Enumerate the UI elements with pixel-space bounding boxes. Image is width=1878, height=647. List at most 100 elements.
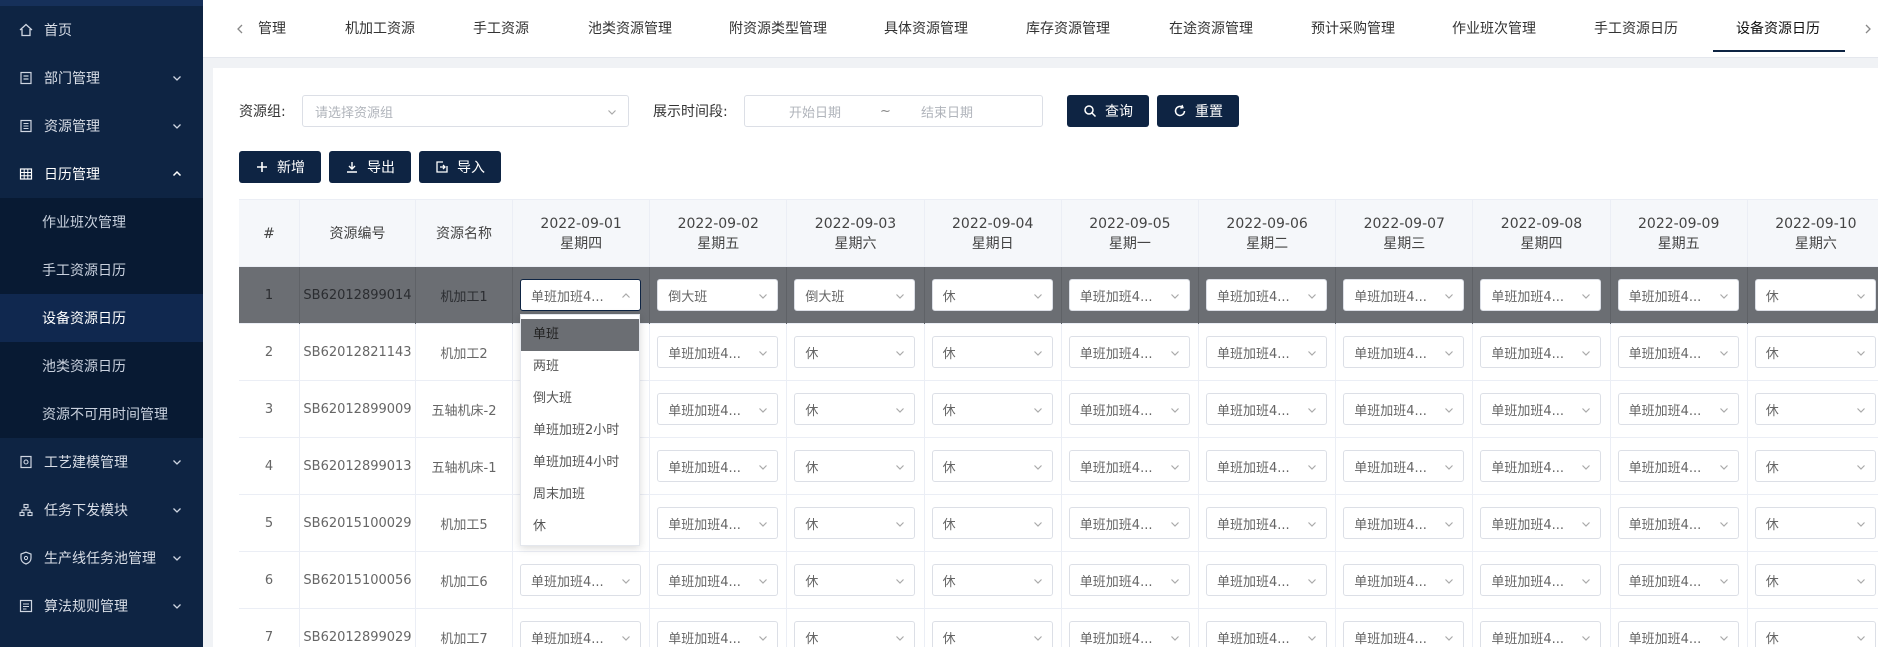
sidebar-item-task-pool[interactable]: 生产线任务池管理 xyxy=(0,534,203,582)
shift-select[interactable]: 单班加班4... xyxy=(657,450,779,482)
table-row[interactable]: 1 SB62012899014 机加工1 单班加班4... 倒大班 倒大班 休 单班加班4..… xyxy=(239,267,1878,324)
tab-attached-resource-type[interactable]: 附资源类型管理 xyxy=(729,0,827,58)
shift-select[interactable]: 单班加班4... xyxy=(1617,564,1739,596)
resource-group-select[interactable]: 请选择资源组 xyxy=(302,95,629,127)
shift-select[interactable]: 单班加班4... xyxy=(1343,507,1465,539)
shift-select[interactable]: 休 xyxy=(931,507,1053,539)
table-row[interactable]: 7 SB62012899029 机加工7 单班加班4... 单班加班4... 休 休 单班加班… xyxy=(239,609,1878,647)
sidebar-item-home[interactable]: 首页 xyxy=(0,6,203,54)
shift-select[interactable]: 单班加班4... xyxy=(520,279,641,311)
shift-select[interactable]: 单班加班4... xyxy=(1480,336,1602,368)
shift-select[interactable]: 单班加班4... xyxy=(1343,393,1465,425)
tab-specific-resource[interactable]: 具体资源管理 xyxy=(884,0,968,58)
shift-select[interactable]: 休 xyxy=(1754,393,1876,425)
sidebar-item-process[interactable]: 工艺建模管理 xyxy=(0,438,203,486)
shift-select[interactable]: 单班加班4... xyxy=(1480,507,1602,539)
shift-select[interactable]: 单班加班4... xyxy=(1480,393,1602,425)
shift-select[interactable]: 单班加班4... xyxy=(1480,564,1602,596)
dropdown-option-weekend-overtime[interactable]: 周末加班 xyxy=(521,479,639,511)
shift-select[interactable]: 单班加班4... xyxy=(520,621,641,647)
search-button[interactable]: 查询 xyxy=(1067,95,1149,127)
export-button[interactable]: 导出 xyxy=(329,151,411,183)
dropdown-option-overtime-2h[interactable]: 单班加班2小时 xyxy=(521,415,639,447)
shift-select[interactable]: 单班加班4... xyxy=(1343,564,1465,596)
shift-select[interactable]: 单班加班4... xyxy=(657,336,779,368)
shift-select[interactable]: 休 xyxy=(931,279,1053,311)
shift-select[interactable]: 单班加班4... xyxy=(1206,507,1327,539)
shift-select[interactable]: 单班加班4... xyxy=(1068,507,1190,539)
table-row[interactable]: 5 SB62015100029 机加工5 单班加班4... 休 休 单班加班4... 单班加班… xyxy=(239,495,1878,552)
shift-select[interactable]: 单班加班4... xyxy=(1206,621,1327,647)
shift-select[interactable]: 单班加班4... xyxy=(1068,564,1190,596)
tab-manual-calendar[interactable]: 手工资源日历 xyxy=(1594,0,1678,58)
shift-select[interactable]: 单班加班4... xyxy=(1617,450,1739,482)
submenu-item-manual-calendar[interactable]: 手工资源日历 xyxy=(0,246,203,294)
dropdown-option-two-shifts[interactable]: 两班 xyxy=(521,351,639,383)
shift-select[interactable]: 单班加班4... xyxy=(1343,450,1465,482)
tab-manual-resource[interactable]: 手工资源 xyxy=(473,0,529,58)
shift-select[interactable]: 单班加班4... xyxy=(1206,393,1327,425)
shift-select[interactable]: 休 xyxy=(1754,621,1876,647)
submenu-item-unavailable-time[interactable]: 资源不可用时间管理 xyxy=(0,390,203,438)
shift-select[interactable]: 单班加班4... xyxy=(1206,279,1327,311)
table-row[interactable]: 3 SB62012899009 五轴机床-2 单班加班4... 休 休 单班加班4... 单班… xyxy=(239,381,1878,438)
sidebar-item-algorithm-rules[interactable]: 算法规则管理 xyxy=(0,582,203,630)
table-row[interactable]: 6 SB62015100056 机加工6 单班加班4... 单班加班4... 休 休 单班加班… xyxy=(239,552,1878,609)
dropdown-option-single-shift[interactable]: 单班 xyxy=(521,319,639,351)
shift-select[interactable]: 休 xyxy=(794,507,916,539)
tab-scroll-right-icon[interactable] xyxy=(1861,22,1875,36)
shift-select[interactable]: 休 xyxy=(931,393,1053,425)
shift-select[interactable]: 休 xyxy=(1754,279,1876,311)
shift-select[interactable]: 单班加班4... xyxy=(657,621,779,647)
shift-select[interactable]: 休 xyxy=(794,621,916,647)
shift-select[interactable]: 休 xyxy=(1754,450,1876,482)
shift-select[interactable]: 休 xyxy=(1754,336,1876,368)
table-row[interactable]: 4 SB62012899013 五轴机床-1 单班加班4... 休 休 单班加班4... 单班… xyxy=(239,438,1878,495)
shift-select[interactable]: 休 xyxy=(794,564,916,596)
table-row[interactable]: 2 SB62012821143 机加工2 单班加班4... 休 休 单班加班4... 单班加班… xyxy=(239,324,1878,381)
shift-select[interactable]: 休 xyxy=(931,564,1053,596)
sidebar-item-department[interactable]: 部门管理 xyxy=(0,54,203,102)
dropdown-option-overtime-4h[interactable]: 单班加班4小时 xyxy=(521,447,639,479)
shift-select[interactable]: 单班加班4... xyxy=(1480,279,1602,311)
start-date-input[interactable]: 开始日期 xyxy=(789,102,841,121)
shift-select[interactable]: 单班加班4... xyxy=(1068,336,1190,368)
tab-shift-management[interactable]: 作业班次管理 xyxy=(1452,0,1536,58)
sidebar-item-resource[interactable]: 资源管理 xyxy=(0,102,203,150)
shift-select[interactable]: 休 xyxy=(931,336,1053,368)
tab-planned-purchase[interactable]: 预计采购管理 xyxy=(1311,0,1395,58)
shift-select[interactable]: 单班加班4... xyxy=(1480,450,1602,482)
shift-select[interactable]: 单班加班4... xyxy=(1206,450,1327,482)
shift-select[interactable]: 单班加班4... xyxy=(1617,507,1739,539)
tab-scroll-left-icon[interactable] xyxy=(233,22,247,36)
shift-select[interactable]: 单班加班4... xyxy=(1068,393,1190,425)
shift-select[interactable]: 单班加班4... xyxy=(657,564,779,596)
shift-select[interactable]: 休 xyxy=(1754,564,1876,596)
tab-inventory-resource[interactable]: 库存资源管理 xyxy=(1026,0,1110,58)
sidebar-item-calendar[interactable]: 日历管理 xyxy=(0,150,203,198)
shift-select[interactable]: 单班加班4... xyxy=(1068,279,1190,311)
shift-select[interactable]: 单班加班4... xyxy=(657,393,779,425)
shift-select[interactable]: 单班加班4... xyxy=(1480,621,1602,647)
dropdown-option-rest[interactable]: 休 xyxy=(521,511,639,543)
shift-select[interactable]: 休 xyxy=(794,450,916,482)
shift-select[interactable]: 单班加班4... xyxy=(1206,564,1327,596)
shift-select[interactable]: 单班加班4... xyxy=(1617,279,1739,311)
shift-select[interactable]: 单班加班4... xyxy=(1617,621,1739,647)
import-button[interactable]: 导入 xyxy=(419,151,501,183)
shift-select[interactable]: 单班加班4... xyxy=(657,507,779,539)
submenu-item-pool-calendar[interactable]: 池类资源日历 xyxy=(0,342,203,390)
shift-select[interactable]: 倒大班 xyxy=(794,279,916,311)
end-date-input[interactable]: 结束日期 xyxy=(921,102,973,121)
submenu-item-equipment-calendar[interactable]: 设备资源日历 xyxy=(0,294,203,342)
dropdown-option-rotating-shift[interactable]: 倒大班 xyxy=(521,383,639,415)
shift-select[interactable]: 单班加班4... xyxy=(1068,450,1190,482)
add-button[interactable]: 新增 xyxy=(239,151,321,183)
tab-in-transit-resource[interactable]: 在途资源管理 xyxy=(1169,0,1253,58)
shift-select[interactable]: 休 xyxy=(1754,507,1876,539)
sidebar-item-task-dispatch[interactable]: 任务下发模块 xyxy=(0,486,203,534)
shift-select[interactable]: 单班加班4... xyxy=(1343,279,1465,311)
shift-select[interactable]: 单班加班4... xyxy=(1617,336,1739,368)
submenu-item-shift[interactable]: 作业班次管理 xyxy=(0,198,203,246)
shift-select[interactable]: 单班加班4... xyxy=(1068,621,1190,647)
